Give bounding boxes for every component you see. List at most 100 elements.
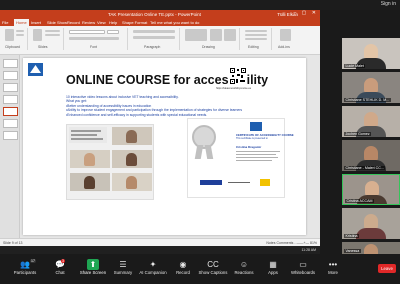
participant-tile[interactable]: Christiane - Maleri CC... bbox=[342, 140, 400, 171]
ribbon-group-slides: Slides bbox=[30, 28, 64, 50]
layout-button[interactable] bbox=[45, 30, 60, 32]
chat-button[interactable]: 💬 Chat 3 bbox=[45, 259, 75, 281]
menu-view[interactable]: View bbox=[97, 20, 106, 25]
participant-tile[interactable]: Jochen Gomez bbox=[342, 106, 400, 137]
participant-tile[interactable]: Christiane STEHLIK D. M... bbox=[342, 72, 400, 103]
ai-companion-button[interactable]: ✦ AI Companion bbox=[138, 259, 168, 281]
ribbon-group-drawing: Drawing bbox=[182, 28, 240, 50]
cut-icon[interactable] bbox=[16, 30, 24, 32]
whiteboards-icon: ▭ bbox=[299, 260, 307, 269]
qr-code-icon bbox=[229, 67, 247, 85]
align-buttons[interactable] bbox=[133, 36, 175, 39]
paste-icon[interactable] bbox=[5, 29, 14, 41]
slide-thumbnail[interactable] bbox=[3, 119, 18, 128]
ribbon-group-clipboard: Clipboard bbox=[2, 28, 28, 50]
summary-icon: ☰ bbox=[119, 260, 127, 269]
apps-button[interactable]: ▦ Apps bbox=[258, 259, 288, 281]
powerpoint-window: TAK Presentation Online TE.pptx - PowerP… bbox=[0, 10, 320, 246]
slide-canvas[interactable]: ONLINE COURSE for accessibility https://… bbox=[23, 58, 306, 235]
summary-button[interactable]: ☰ Summary bbox=[108, 259, 138, 281]
ribbon-group-font: Font bbox=[66, 28, 128, 50]
more-button[interactable]: ••• More bbox=[318, 259, 348, 281]
menu-insert[interactable]: Insert bbox=[31, 20, 41, 25]
new-slide-icon[interactable] bbox=[33, 29, 42, 41]
menu-record[interactable]: Record bbox=[67, 20, 80, 25]
slide-thumbnail[interactable] bbox=[3, 71, 18, 80]
ribbon-icon bbox=[204, 145, 214, 159]
slide-thumbnail[interactable] bbox=[3, 95, 18, 104]
participant-tile[interactable]: Kristina bbox=[342, 208, 400, 239]
reactions-button[interactable]: ☺ Reactions bbox=[229, 259, 259, 281]
participant-tile-active-speaker[interactable]: Cristina ACCAM bbox=[342, 174, 400, 205]
sign-in-link[interactable]: Sign in bbox=[381, 1, 396, 7]
more-icon: ••• bbox=[328, 260, 338, 269]
copy-icon[interactable] bbox=[16, 34, 24, 36]
menu-slide-show[interactable]: Slide Show bbox=[47, 20, 67, 25]
menu-review[interactable]: Review bbox=[82, 20, 95, 25]
find-button[interactable] bbox=[245, 30, 267, 32]
menu-help[interactable]: Help bbox=[109, 20, 117, 25]
slide-thumbnail[interactable] bbox=[3, 131, 18, 140]
font-size-select[interactable] bbox=[107, 30, 119, 34]
whiteboards-label: Whiteboards bbox=[290, 270, 316, 275]
font-name-select[interactable] bbox=[69, 30, 105, 34]
font-style-buttons[interactable] bbox=[69, 37, 119, 40]
slide-thumbnails-panel[interactable] bbox=[0, 55, 20, 238]
slide-editor-pane: ONLINE COURSE for accessibility https://… bbox=[0, 55, 320, 238]
captions-icon: CC bbox=[207, 260, 219, 269]
menu-file[interactable]: File bbox=[2, 20, 8, 25]
chat-icon: 💬 bbox=[55, 260, 65, 269]
ppt-menu-bar: File Home Insert Slide Show Record Revie… bbox=[0, 19, 320, 26]
whiteboards-button[interactable]: ▭ Whiteboards bbox=[288, 259, 318, 281]
arrange-icon[interactable] bbox=[210, 29, 222, 41]
replace-button[interactable] bbox=[245, 34, 267, 36]
participant-gallery: Lucie Malet Christiane STEHLIK D. M... J… bbox=[322, 10, 400, 254]
ribbon-icon bbox=[194, 145, 204, 159]
quick-styles-icon[interactable] bbox=[224, 29, 236, 41]
ribbon-label-addins: Add-ins bbox=[278, 45, 290, 49]
leave-button[interactable]: Leave bbox=[378, 264, 396, 273]
intro-line: •Enhanced confidence and self-efficacy i… bbox=[66, 112, 208, 117]
participant-name: Jochen Gomez bbox=[344, 132, 372, 136]
share-screen-button[interactable]: ⬆ Share Screen bbox=[78, 259, 108, 281]
video-lesson-thumbnail bbox=[112, 173, 152, 191]
record-button[interactable]: ◉ Record bbox=[168, 259, 198, 281]
reset-button[interactable] bbox=[45, 34, 60, 36]
participants-button[interactable]: 👥 Participants 17 bbox=[10, 259, 40, 281]
select-button[interactable] bbox=[245, 38, 267, 40]
shapes-gallery[interactable] bbox=[185, 29, 207, 41]
menu-home[interactable]: Home bbox=[14, 19, 29, 26]
zoom-meeting-toolbar: 👥 Participants 17 💬 Chat 3 ⬆ Share Scree… bbox=[0, 254, 400, 284]
slide-intro-text[interactable]: 10 interactive video lessons about inclu… bbox=[66, 95, 266, 117]
certificate-name: Cristina Dragomir bbox=[236, 145, 262, 149]
ribbon-label-font: Font bbox=[90, 45, 98, 49]
ribbon-label-drawing: Drawing bbox=[202, 45, 215, 49]
ai-companion-icon: ✦ bbox=[149, 260, 157, 269]
windows-taskbar: 11:28 AM bbox=[0, 246, 320, 254]
tak-logo-icon bbox=[28, 63, 43, 76]
captions-button[interactable]: CC Show Captions bbox=[198, 259, 228, 281]
participant-tile[interactable]: Lucie Malet bbox=[342, 38, 400, 69]
more-label: More bbox=[328, 270, 338, 275]
zoom-top-bar: Sign in bbox=[0, 0, 400, 10]
menu-shape-format[interactable]: Shape Format bbox=[122, 20, 147, 25]
reactions-icon: ☺ bbox=[239, 260, 249, 269]
ppt-ribbon: Clipboard Slides Font Paragraph Drawing bbox=[0, 26, 320, 55]
slide-thumbnail-active[interactable] bbox=[3, 107, 18, 116]
share-screen-icon: ⬆ bbox=[87, 259, 99, 270]
participant-name: Christiane STEHLIK D. M... bbox=[344, 98, 391, 102]
window-controls[interactable]: – ▢ ✕ bbox=[294, 10, 318, 16]
taskbar-clock: 11:28 AM bbox=[301, 247, 316, 252]
list-buttons[interactable] bbox=[133, 30, 175, 33]
slide-thumbnail[interactable] bbox=[3, 59, 18, 68]
slide-thumbnail[interactable] bbox=[3, 83, 18, 92]
tell-me-search[interactable]: Tell me what you want to do bbox=[150, 20, 199, 25]
chat-label: Chat bbox=[55, 270, 65, 275]
certificate-image: CERTIFICATE OF ACCESSIBILITY COURSE This… bbox=[187, 118, 294, 198]
participant-tile[interactable]: Vanessa bbox=[342, 242, 400, 254]
participant-name: Cristina ACCAM bbox=[345, 199, 374, 203]
zoom-controls[interactable]: Notes Comments - ——+— 81% bbox=[266, 241, 317, 245]
slide-counter: Slide 9 of 13 bbox=[3, 240, 23, 245]
ribbon-group-addins: Add-ins bbox=[274, 28, 298, 50]
add-ins-icon[interactable] bbox=[280, 29, 291, 41]
